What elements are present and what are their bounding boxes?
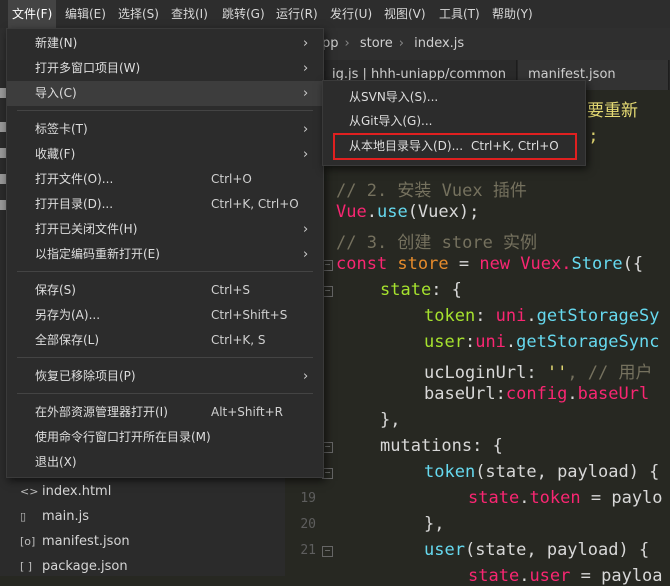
chevron-right-icon: › [303,247,309,262]
code-line: mutations: { [380,436,503,456]
chevron-right-icon: › [303,122,309,137]
menu-separator [17,393,313,394]
menu-separator [17,110,313,111]
js-file-icon: ▯ [20,510,27,523]
html-file-icon: <> [20,485,39,498]
file-item[interactable]: ▯ main.js [20,505,89,529]
menu-item-restore-removed[interactable]: 恢复已移除项目(P) › [7,364,323,389]
menu-item-open-file[interactable]: 打开文件(O)... Ctrl+O [7,167,323,192]
code-line: }, [380,410,401,430]
menu-item-import[interactable]: 导入(C) › [7,81,323,106]
menu-publish[interactable]: 发行(U) [326,0,376,28]
menu-item-open-in-terminal[interactable]: 使用命令行窗口打开所在目录(M) [7,425,323,450]
chevron-right-icon: › [303,147,309,162]
menu-find[interactable]: 查找(I) [167,0,212,28]
menu-edit[interactable]: 编辑(E) [61,0,110,28]
code-line: user(state, payload) { [424,540,650,560]
file-item[interactable]: [ ] package.json [20,555,128,579]
code-line: token(state, payload) { [424,462,660,482]
code-line: // 3. 创建 store 实例 [336,233,538,253]
code-line: baseUrl:config.baseUrl [424,384,650,404]
menu-goto[interactable]: 跳转(G) [218,0,269,28]
menu-item-new[interactable]: 新建(N) › [7,31,323,56]
menu-item-open-in-explorer[interactable]: 在外部资源管理器打开(I) Alt+Shift+R [7,400,323,425]
code-line: state: { [380,280,462,300]
code-line: // 2. 安装 Vuex 插件 [336,181,527,201]
menu-item-open-folder[interactable]: 打开目录(D)... Ctrl+K, Ctrl+O [7,192,323,217]
menu-select[interactable]: 选择(S) [114,0,163,28]
breadcrumb-item[interactable]: pp [322,36,339,51]
chevron-right-icon: › [303,36,309,51]
menu-view[interactable]: 视图(V) [380,0,430,28]
breadcrumb-item[interactable]: store [360,36,393,51]
file-item[interactable]: <> index.html [20,480,111,504]
menu-item-reopen-encoding[interactable]: 以指定编码重新打开(E) › [7,242,323,267]
file-menu: 新建(N) › 打开多窗口项目(W) › 导入(C) › 标签卡(T) › 收藏(F) ›… [6,28,324,478]
submenu-item-git-import[interactable]: 从Git导入(G)... [323,109,585,133]
chevron-right-icon: › [303,369,309,384]
chevron-right-icon: › [344,36,350,51]
menu-run[interactable]: 运行(R) [272,0,322,28]
json-file-icon: [ ] [20,560,33,573]
code-line: }, [424,514,445,534]
chevron-right-icon: › [303,222,309,237]
line-number: 19 [300,491,316,506]
menu-item-save-as[interactable]: 另存为(A)... Ctrl+Shift+S [7,303,323,328]
file-item[interactable]: [o] manifest.json [20,530,130,554]
menu-item-save[interactable]: 保存(S) Ctrl+S [7,278,323,303]
menubar: 文件(F) 编辑(E) 选择(S) 查找(I) 跳转(G) 运行(R) 发行(U… [0,0,670,29]
code-line: user:uni.getStorageSync [424,332,660,352]
menu-item-reopen-closed[interactable]: 打开已关闭文件(H) › [7,217,323,242]
menu-item-exit[interactable]: 退出(X) [7,450,323,475]
code-line: state.token = paylo [468,488,663,508]
menu-separator [17,357,313,358]
code-line: token: uni.getStorageSy [424,306,660,326]
menu-separator [17,271,313,272]
code-line: state.user = payloa [468,566,663,586]
code-line: Vue.use(Vuex); [336,202,480,222]
menu-item-open-multi-window[interactable]: 打开多窗口项目(W) › [7,56,323,81]
highlight-box [333,133,577,160]
chevron-right-icon: › [303,61,309,76]
code-line: ucLoginUrl: '', // 用户 [424,363,653,383]
code-line: const store = new Vuex.Store({ [336,254,644,274]
menu-item-save-all[interactable]: 全部保存(L) Ctrl+K, S [7,328,323,353]
json-file-icon: [o] [20,535,36,548]
submenu-item-svn-import[interactable]: 从SVN导入(S)... [323,85,585,109]
menu-item-favorites[interactable]: 收藏(F) › [7,142,323,167]
menu-file[interactable]: 文件(F) [8,0,57,28]
breadcrumb: pp › store › index.js [322,36,470,51]
menu-tools[interactable]: 工具(T) [435,0,484,28]
line-number: 20 [300,517,316,532]
line-number: 21 [300,543,316,558]
fold-icon[interactable]: − [322,546,333,557]
chevron-right-icon: › [398,36,404,51]
breadcrumb-item[interactable]: index.js [414,36,464,51]
chevron-right-icon: › [303,86,309,101]
menu-item-tabs[interactable]: 标签卡(T) › [7,117,323,142]
menu-help[interactable]: 帮助(Y) [488,0,537,28]
